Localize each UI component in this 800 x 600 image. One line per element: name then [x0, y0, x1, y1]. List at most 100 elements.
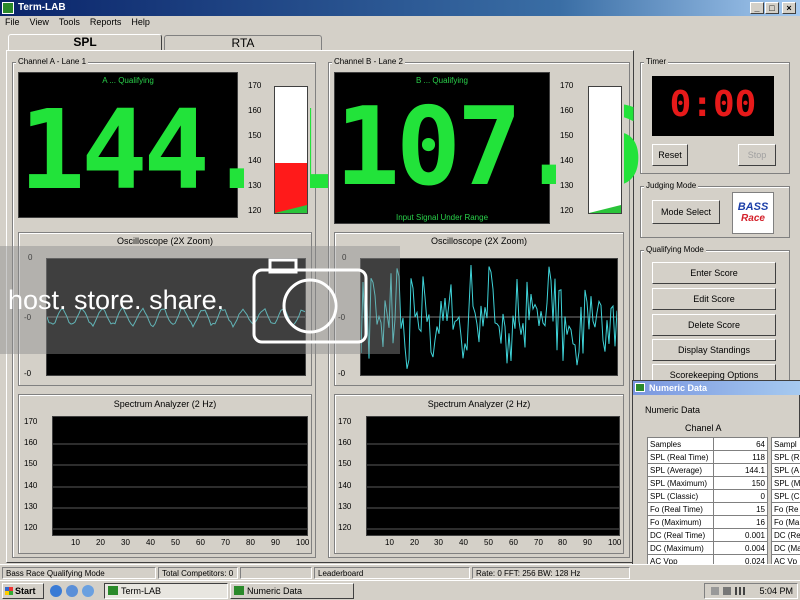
status-empty: [240, 567, 312, 579]
close-button[interactable]: ×: [782, 2, 796, 14]
gauge-a-tick: 150: [248, 131, 262, 140]
numeric-data-row-b: DC (Ma: [771, 541, 800, 555]
window-title: Term-LAB: [18, 2, 66, 13]
spectrum-a-screen: [52, 416, 308, 536]
scope-b-ytick: -0: [338, 369, 346, 378]
enter-score-button[interactable]: Enter Score: [652, 262, 776, 284]
tray-volume-icon[interactable]: [723, 587, 731, 595]
minimize-button[interactable]: _: [750, 2, 764, 14]
menu-help[interactable]: Help: [126, 16, 155, 28]
timer-reset-button[interactable]: Reset: [652, 144, 688, 166]
tab-spl[interactable]: SPL: [8, 34, 162, 50]
spectrum-b-ytick: 140: [338, 481, 352, 490]
window-title-bar: Term-LAB _ □ ×: [0, 0, 800, 16]
taskbar-term-lab-label: Term-LAB: [121, 586, 162, 596]
spectrum-a-xtick: 100: [296, 538, 310, 547]
media-icon[interactable]: [82, 585, 94, 597]
numeric-data-row-b: Sampl: [771, 437, 800, 451]
gauge-a-tick: 120: [248, 206, 262, 215]
numeric-data-label: DC (Maximum): [647, 541, 714, 555]
judging-mode-label: Judging Mode: [644, 181, 699, 190]
numeric-data-label-b: Fo (Ma: [771, 515, 800, 529]
tray-network-icon[interactable]: [711, 587, 719, 595]
spectrum-a-xtick: 80: [246, 538, 255, 547]
spectrum-b-xtick: 90: [583, 538, 592, 547]
spectrum-a-grid: [53, 422, 307, 530]
browser-icon[interactable]: [66, 585, 78, 597]
edit-score-button[interactable]: Edit Score: [652, 288, 776, 310]
channel-a-display: A ... Qualifying 144.1: [18, 72, 334, 218]
menu-tools[interactable]: Tools: [54, 16, 85, 28]
spectrum-a-ytick: 150: [24, 459, 38, 468]
display-standings-button[interactable]: Display Standings: [652, 339, 776, 361]
photobucket-watermark: host. store. share.: [0, 246, 400, 354]
spectrum-b-ytick: 150: [338, 459, 352, 468]
ie-icon[interactable]: [50, 585, 62, 597]
gauge-a-tick: 140: [248, 156, 262, 165]
numeric-data-row: DC (Maximum) 0.004: [647, 541, 768, 555]
mode-select-button[interactable]: Mode Select: [652, 200, 720, 224]
spectrum-b-xtick: 50: [484, 538, 493, 547]
spectrum-a-ytick: 170: [24, 417, 38, 426]
numeric-data-window[interactable]: Numeric Data Numeric Data Chanel A Sampl…: [632, 380, 800, 578]
numeric-data-row: SPL (Maximum) 150: [647, 476, 768, 490]
spectrum-b-xtick: 100: [608, 538, 622, 547]
numeric-data-value: 15: [713, 502, 768, 516]
timer-label: Timer: [644, 57, 669, 66]
menu-file[interactable]: File: [0, 16, 25, 28]
maximize-button[interactable]: □: [765, 2, 779, 14]
channel-b-bar-gauge: 170 160 150 140 130 120: [556, 78, 624, 218]
tray-signal-icon[interactable]: [735, 587, 745, 595]
numeric-data-label: Samples: [647, 437, 714, 451]
spectrum-b-ytick: 130: [338, 502, 352, 511]
gauge-a-tick: 160: [248, 106, 262, 115]
numeric-data-label-b: SPL (M: [771, 476, 800, 490]
taskbar-term-lab[interactable]: Term-LAB: [104, 583, 228, 599]
camera-icon: [252, 258, 368, 344]
numeric-data-row: Samples 64: [647, 437, 768, 451]
numeric-data-row-b: Fo (Re: [771, 502, 800, 516]
spectrum-b-xtick: 10: [385, 538, 394, 547]
numeric-data-label: SPL (Real Time): [647, 450, 714, 464]
numeric-data-title-bar[interactable]: Numeric Data: [633, 381, 800, 395]
numeric-data-table-truncated: Sampl SPL (R SPL (A SPL (M SPL (C Fo (Re Fo (M…: [771, 437, 800, 568]
bass-race-logo: BASS Race: [732, 192, 774, 234]
numeric-data-value: 0.001: [713, 528, 768, 542]
numeric-data-channel-label: Chanel A: [685, 423, 722, 433]
spectrum-b-xtick: 80: [558, 538, 567, 547]
numeric-data-task-icon: [234, 586, 244, 595]
spectrum-b-ytick: 170: [338, 417, 352, 426]
tab-rta[interactable]: RTA: [164, 35, 322, 51]
numeric-data-label: SPL (Maximum): [647, 476, 714, 490]
menu-reports[interactable]: Reports: [85, 16, 127, 28]
channel-b-label: Channel B - Lane 2: [332, 57, 405, 66]
numeric-data-value: 150: [713, 476, 768, 490]
gauge-b-tick: 150: [560, 131, 574, 140]
spectrum-a-xtick: 70: [221, 538, 230, 547]
spectrum-b-grid: [367, 422, 619, 530]
system-tray: 5:04 PM: [704, 583, 798, 599]
spectrum-a-xtick: 50: [171, 538, 180, 547]
numeric-data-row-b: SPL (M: [771, 476, 800, 490]
taskbar-numeric-data[interactable]: Numeric Data: [230, 583, 354, 599]
spectrum-a-ytick: 130: [24, 502, 38, 511]
timer-readout: 0:00: [652, 76, 774, 136]
timer-stop-button[interactable]: Stop: [738, 144, 776, 166]
numeric-data-row-b: Fo (Ma: [771, 515, 800, 529]
menu-bar: File View Tools Reports Help: [0, 16, 800, 30]
start-button[interactable]: Start: [2, 583, 44, 599]
numeric-data-label-b: DC (Ma: [771, 541, 800, 555]
numeric-data-title: Numeric Data: [649, 383, 708, 393]
numeric-data-row: Fo (Maximum) 16: [647, 515, 768, 529]
numeric-data-value: 64: [713, 437, 768, 451]
spectrum-a-ytick: 160: [24, 438, 38, 447]
spectrum-b-xtick: 60: [509, 538, 518, 547]
numeric-data-label-b: Sampl: [771, 437, 800, 451]
menu-view[interactable]: View: [25, 16, 54, 28]
spectrum-a-xtick: 40: [146, 538, 155, 547]
delete-score-button[interactable]: Delete Score: [652, 314, 776, 336]
numeric-data-value: 0.004: [713, 541, 768, 555]
numeric-data-label-b: SPL (R: [771, 450, 800, 464]
spectrum-a-xtick: 30: [121, 538, 130, 547]
qualifying-mode-label: Qualifying Mode: [644, 245, 706, 254]
